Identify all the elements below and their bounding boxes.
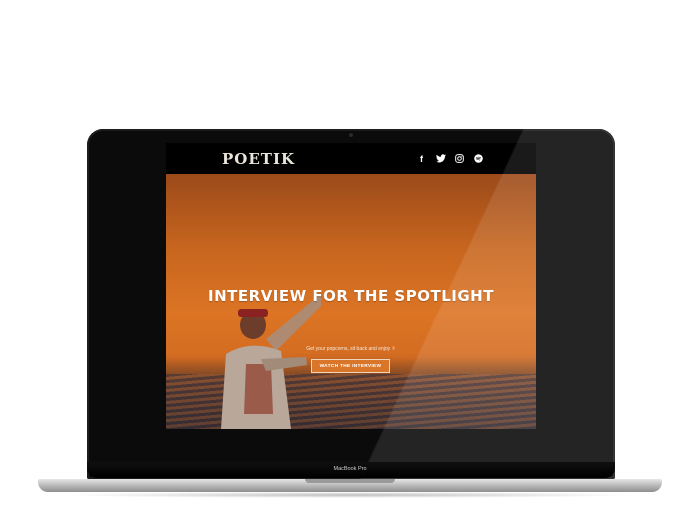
- social-links: f: [416, 153, 484, 164]
- site-header: POETIK f: [166, 143, 536, 174]
- facebook-icon[interactable]: f: [416, 153, 427, 164]
- hero-subtitle: Get your popcorns, sit back and enjoy ✌: [306, 346, 396, 352]
- twitter-icon[interactable]: [435, 153, 446, 164]
- watch-interview-button[interactable]: WATCH THE INTERVIEW: [311, 359, 390, 373]
- laptop-lid: POETIK f INTERVIEW FOR THE SPOTLIGHT Get…: [87, 129, 615, 479]
- laptop-notch: [305, 479, 395, 483]
- hero-title: INTERVIEW FOR THE SPOTLIGHT: [208, 287, 494, 305]
- hero-banner: INTERVIEW FOR THE SPOTLIGHT Get your pop…: [166, 174, 536, 429]
- camera-dot: [349, 133, 353, 137]
- laptop-screen: POETIK f INTERVIEW FOR THE SPOTLIGHT Get…: [166, 143, 536, 429]
- dabbing-person-image: [221, 294, 321, 429]
- instagram-icon[interactable]: [454, 153, 465, 164]
- site-logo[interactable]: POETIK: [222, 150, 295, 168]
- spotify-icon[interactable]: [473, 153, 484, 164]
- laptop-shadow: [60, 492, 640, 498]
- device-model-label: MacBook Pro: [333, 466, 367, 472]
